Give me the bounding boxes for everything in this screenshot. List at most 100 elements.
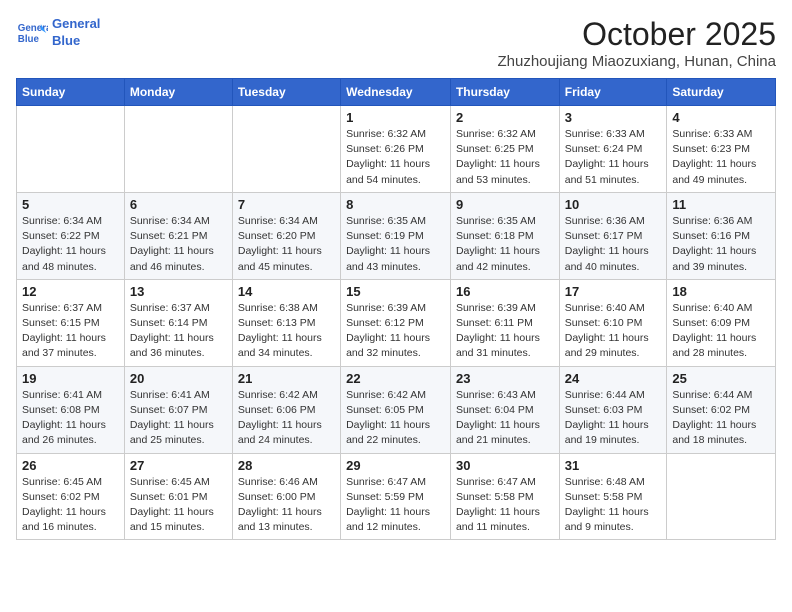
day-info: Sunrise: 6:37 AM Sunset: 6:14 PM Dayligh… bbox=[130, 301, 227, 362]
title-area: October 2025 Zhuzhoujiang Miaozuxiang, H… bbox=[497, 16, 776, 70]
calendar-cell: 21 Sunrise: 6:42 AM Sunset: 6:06 PM Dayli… bbox=[232, 366, 340, 453]
day-info: Sunrise: 6:33 AM Sunset: 6:24 PM Dayligh… bbox=[565, 127, 662, 188]
header: General Blue General Blue October 2025 Z… bbox=[16, 16, 776, 70]
day-info: Sunrise: 6:32 AM Sunset: 6:26 PM Dayligh… bbox=[346, 127, 445, 188]
day-number: 9 bbox=[456, 197, 554, 212]
day-number: 13 bbox=[130, 284, 227, 299]
weekday-header: Monday bbox=[124, 79, 232, 106]
day-number: 18 bbox=[672, 284, 770, 299]
day-info: Sunrise: 6:40 AM Sunset: 6:09 PM Dayligh… bbox=[672, 301, 770, 362]
calendar-week-row: 5 Sunrise: 6:34 AM Sunset: 6:22 PM Daylig… bbox=[17, 192, 776, 279]
calendar-cell: 4 Sunrise: 6:33 AM Sunset: 6:23 PM Daylig… bbox=[667, 106, 776, 193]
day-info: Sunrise: 6:33 AM Sunset: 6:23 PM Dayligh… bbox=[672, 127, 770, 188]
calendar-cell bbox=[667, 453, 776, 540]
day-info: Sunrise: 6:41 AM Sunset: 6:08 PM Dayligh… bbox=[22, 388, 119, 449]
calendar-week-row: 1 Sunrise: 6:32 AM Sunset: 6:26 PM Daylig… bbox=[17, 106, 776, 193]
day-number: 12 bbox=[22, 284, 119, 299]
calendar-cell: 27Sunrise: 6:45 AM Sunset: 6:01 PM Dayli… bbox=[124, 453, 232, 540]
calendar-week-row: 19 Sunrise: 6:41 AM Sunset: 6:08 PM Dayli… bbox=[17, 366, 776, 453]
day-number: 21 bbox=[238, 371, 335, 386]
day-number: 5 bbox=[22, 197, 119, 212]
calendar-cell: 23 Sunrise: 6:43 AM Sunset: 6:04 PM Dayli… bbox=[450, 366, 559, 453]
day-number: 3 bbox=[565, 110, 662, 125]
weekday-header: Wednesday bbox=[341, 79, 451, 106]
calendar-cell: 14Sunrise: 6:38 AM Sunset: 6:13 PM Dayli… bbox=[232, 279, 340, 366]
day-number: 20 bbox=[130, 371, 227, 386]
day-info: Sunrise: 6:44 AM Sunset: 6:03 PM Dayligh… bbox=[565, 388, 662, 449]
calendar-cell: 10 Sunrise: 6:36 AM Sunset: 6:17 PM Dayli… bbox=[559, 192, 667, 279]
calendar-cell: 16Sunrise: 6:39 AM Sunset: 6:11 PM Dayli… bbox=[450, 279, 559, 366]
calendar-cell: 29 Sunrise: 6:47 AM Sunset: 5:59 PM Dayli… bbox=[341, 453, 451, 540]
day-info: Sunrise: 6:48 AM Sunset: 5:58 PM Dayligh… bbox=[565, 475, 662, 536]
weekday-header: Saturday bbox=[667, 79, 776, 106]
logo-line1: General bbox=[52, 16, 100, 33]
day-number: 31 bbox=[565, 458, 662, 473]
calendar-cell: 28Sunrise: 6:46 AM Sunset: 6:00 PM Dayli… bbox=[232, 453, 340, 540]
day-number: 27 bbox=[130, 458, 227, 473]
calendar-cell: 11Sunrise: 6:36 AM Sunset: 6:16 PM Dayli… bbox=[667, 192, 776, 279]
calendar-cell bbox=[232, 106, 340, 193]
calendar-cell: 1 Sunrise: 6:32 AM Sunset: 6:26 PM Daylig… bbox=[341, 106, 451, 193]
calendar-cell: 18 Sunrise: 6:40 AM Sunset: 6:09 PM Dayli… bbox=[667, 279, 776, 366]
day-number: 19 bbox=[22, 371, 119, 386]
svg-text:Blue: Blue bbox=[18, 34, 40, 45]
weekday-header: Thursday bbox=[450, 79, 559, 106]
calendar-cell: 22 Sunrise: 6:42 AM Sunset: 6:05 PM Dayli… bbox=[341, 366, 451, 453]
day-info: Sunrise: 6:43 AM Sunset: 6:04 PM Dayligh… bbox=[456, 388, 554, 449]
day-info: Sunrise: 6:36 AM Sunset: 6:16 PM Dayligh… bbox=[672, 214, 770, 275]
calendar-week-row: 12Sunrise: 6:37 AM Sunset: 6:15 PM Dayli… bbox=[17, 279, 776, 366]
day-info: Sunrise: 6:44 AM Sunset: 6:02 PM Dayligh… bbox=[672, 388, 770, 449]
day-number: 14 bbox=[238, 284, 335, 299]
calendar-cell: 25 Sunrise: 6:44 AM Sunset: 6:02 PM Dayli… bbox=[667, 366, 776, 453]
day-number: 23 bbox=[456, 371, 554, 386]
calendar-cell bbox=[17, 106, 125, 193]
day-info: Sunrise: 6:40 AM Sunset: 6:10 PM Dayligh… bbox=[565, 301, 662, 362]
day-info: Sunrise: 6:34 AM Sunset: 6:22 PM Dayligh… bbox=[22, 214, 119, 275]
calendar-cell bbox=[124, 106, 232, 193]
calendar-cell: 24 Sunrise: 6:44 AM Sunset: 6:03 PM Dayli… bbox=[559, 366, 667, 453]
day-info: Sunrise: 6:47 AM Sunset: 5:59 PM Dayligh… bbox=[346, 475, 445, 536]
calendar-week-row: 26Sunrise: 6:45 AM Sunset: 6:02 PM Dayli… bbox=[17, 453, 776, 540]
calendar-cell: 20Sunrise: 6:41 AM Sunset: 6:07 PM Dayli… bbox=[124, 366, 232, 453]
day-number: 10 bbox=[565, 197, 662, 212]
day-info: Sunrise: 6:42 AM Sunset: 6:05 PM Dayligh… bbox=[346, 388, 445, 449]
day-number: 22 bbox=[346, 371, 445, 386]
day-info: Sunrise: 6:36 AM Sunset: 6:17 PM Dayligh… bbox=[565, 214, 662, 275]
logo: General Blue General Blue bbox=[16, 16, 100, 50]
weekday-header: Sunday bbox=[17, 79, 125, 106]
calendar-header-row: SundayMondayTuesdayWednesdayThursdayFrid… bbox=[17, 79, 776, 106]
day-info: Sunrise: 6:46 AM Sunset: 6:00 PM Dayligh… bbox=[238, 475, 335, 536]
calendar-cell: 3 Sunrise: 6:33 AM Sunset: 6:24 PM Daylig… bbox=[559, 106, 667, 193]
calendar-cell: 2 Sunrise: 6:32 AM Sunset: 6:25 PM Daylig… bbox=[450, 106, 559, 193]
calendar-cell: 12Sunrise: 6:37 AM Sunset: 6:15 PM Dayli… bbox=[17, 279, 125, 366]
day-info: Sunrise: 6:32 AM Sunset: 6:25 PM Dayligh… bbox=[456, 127, 554, 188]
day-number: 1 bbox=[346, 110, 445, 125]
day-info: Sunrise: 6:47 AM Sunset: 5:58 PM Dayligh… bbox=[456, 475, 554, 536]
calendar: SundayMondayTuesdayWednesdayThursdayFrid… bbox=[16, 78, 776, 540]
day-info: Sunrise: 6:35 AM Sunset: 6:18 PM Dayligh… bbox=[456, 214, 554, 275]
day-number: 8 bbox=[346, 197, 445, 212]
location-title: Zhuzhoujiang Miaozuxiang, Hunan, China bbox=[497, 53, 776, 70]
calendar-cell: 15Sunrise: 6:39 AM Sunset: 6:12 PM Dayli… bbox=[341, 279, 451, 366]
day-info: Sunrise: 6:34 AM Sunset: 6:20 PM Dayligh… bbox=[238, 214, 335, 275]
calendar-cell: 17Sunrise: 6:40 AM Sunset: 6:10 PM Dayli… bbox=[559, 279, 667, 366]
day-number: 7 bbox=[238, 197, 335, 212]
weekday-header: Tuesday bbox=[232, 79, 340, 106]
day-info: Sunrise: 6:35 AM Sunset: 6:19 PM Dayligh… bbox=[346, 214, 445, 275]
calendar-cell: 6Sunrise: 6:34 AM Sunset: 6:21 PM Daylig… bbox=[124, 192, 232, 279]
day-info: Sunrise: 6:39 AM Sunset: 6:11 PM Dayligh… bbox=[456, 301, 554, 362]
day-number: 30 bbox=[456, 458, 554, 473]
day-info: Sunrise: 6:39 AM Sunset: 6:12 PM Dayligh… bbox=[346, 301, 445, 362]
logo-icon: General Blue bbox=[16, 17, 48, 49]
day-number: 29 bbox=[346, 458, 445, 473]
calendar-cell: 7 Sunrise: 6:34 AM Sunset: 6:20 PM Daylig… bbox=[232, 192, 340, 279]
calendar-cell: 9 Sunrise: 6:35 AM Sunset: 6:18 PM Daylig… bbox=[450, 192, 559, 279]
day-number: 25 bbox=[672, 371, 770, 386]
day-info: Sunrise: 6:42 AM Sunset: 6:06 PM Dayligh… bbox=[238, 388, 335, 449]
day-number: 24 bbox=[565, 371, 662, 386]
weekday-header: Friday bbox=[559, 79, 667, 106]
day-number: 4 bbox=[672, 110, 770, 125]
calendar-cell: 8 Sunrise: 6:35 AM Sunset: 6:19 PM Daylig… bbox=[341, 192, 451, 279]
day-number: 2 bbox=[456, 110, 554, 125]
day-info: Sunrise: 6:34 AM Sunset: 6:21 PM Dayligh… bbox=[130, 214, 227, 275]
